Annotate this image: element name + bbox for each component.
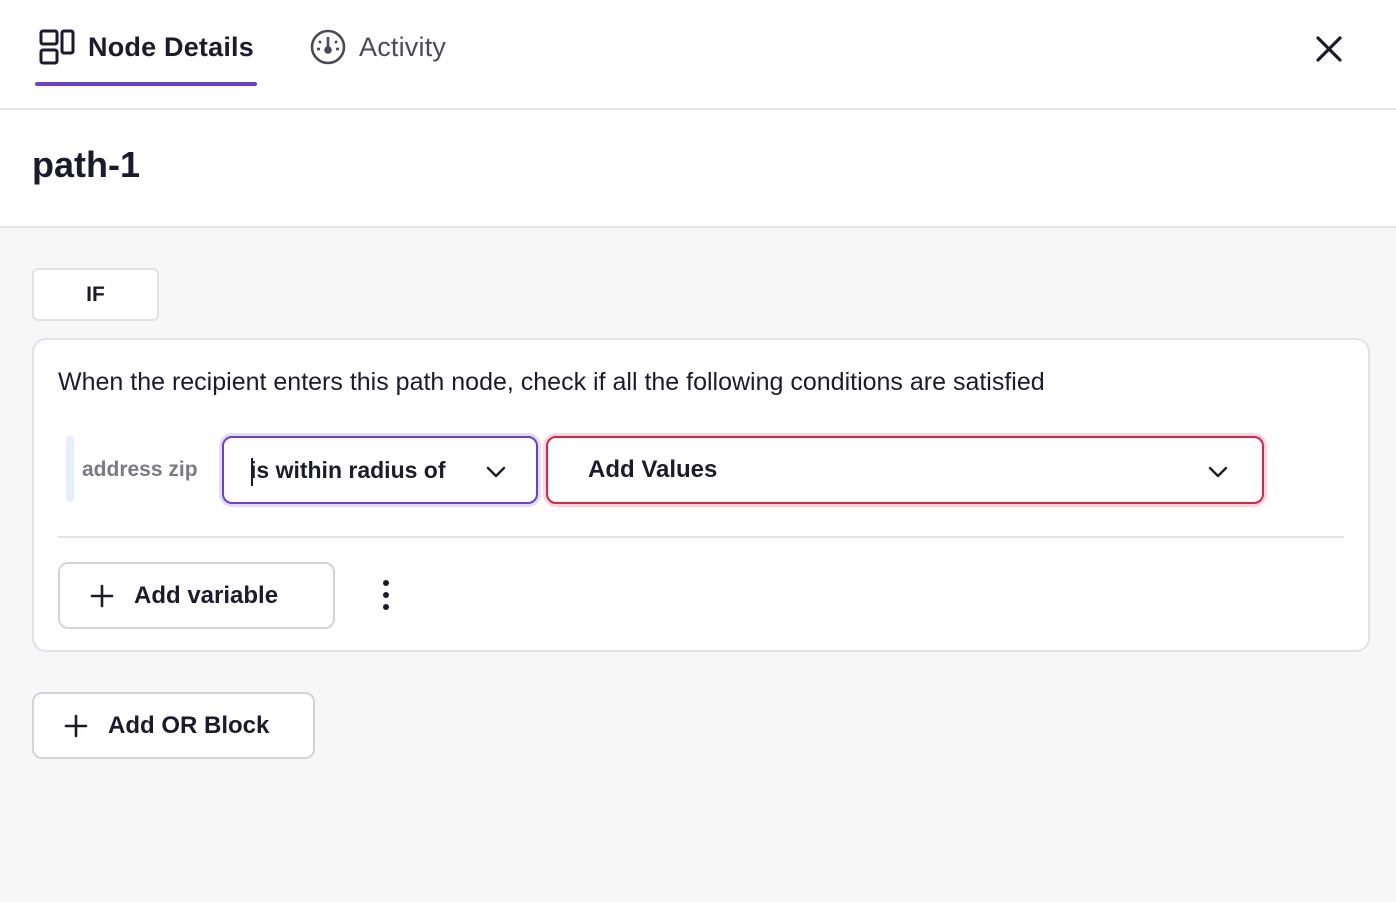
page-title: path-1 <box>32 144 140 185</box>
add-or-block-label: Add OR Block <box>108 711 270 739</box>
add-variable-label: Add variable <box>134 581 279 609</box>
rule-accent-bar <box>66 436 74 502</box>
values-select[interactable]: Add Values <box>546 436 1264 504</box>
more-options-button[interactable] <box>376 578 396 612</box>
values-placeholder: Add Values <box>588 456 718 483</box>
tab-activity-label: Activity <box>359 32 447 62</box>
card-divider <box>58 536 1344 538</box>
operator-select[interactable]: is within radius of <box>222 436 538 504</box>
plus-icon <box>64 714 88 737</box>
if-badge: IF <box>32 268 159 321</box>
condition-description: When the recipient enters this path node… <box>58 368 1045 396</box>
tab-node-details[interactable]: Node Details <box>35 24 257 86</box>
tab-node-details-label: Node Details <box>88 32 254 62</box>
tab-activity[interactable]: Activity <box>309 24 446 86</box>
add-or-block-button[interactable]: Add OR Block <box>32 692 315 759</box>
condition-card: When the recipient enters this path node… <box>32 338 1370 652</box>
conditions-area: IF When the recipient enters this path n… <box>0 228 1396 902</box>
gauge-icon <box>310 29 346 65</box>
panel-header: Node Details Activity <box>0 0 1396 110</box>
text-cursor <box>251 458 253 486</box>
more-vertical-icon <box>383 580 389 610</box>
operator-value: is within radius of <box>250 456 446 483</box>
layout-icon <box>39 29 75 65</box>
chevron-down-icon <box>1208 466 1228 478</box>
close-icon <box>1316 36 1342 62</box>
add-variable-button[interactable]: Add variable <box>58 562 335 629</box>
variable-label: address zip <box>82 458 198 481</box>
title-strip <box>0 110 1396 228</box>
condition-rule: address zip is within radius of Add Valu… <box>58 436 1348 506</box>
close-button[interactable] <box>1312 32 1346 66</box>
plus-icon <box>90 584 114 607</box>
chevron-down-icon <box>486 466 506 478</box>
